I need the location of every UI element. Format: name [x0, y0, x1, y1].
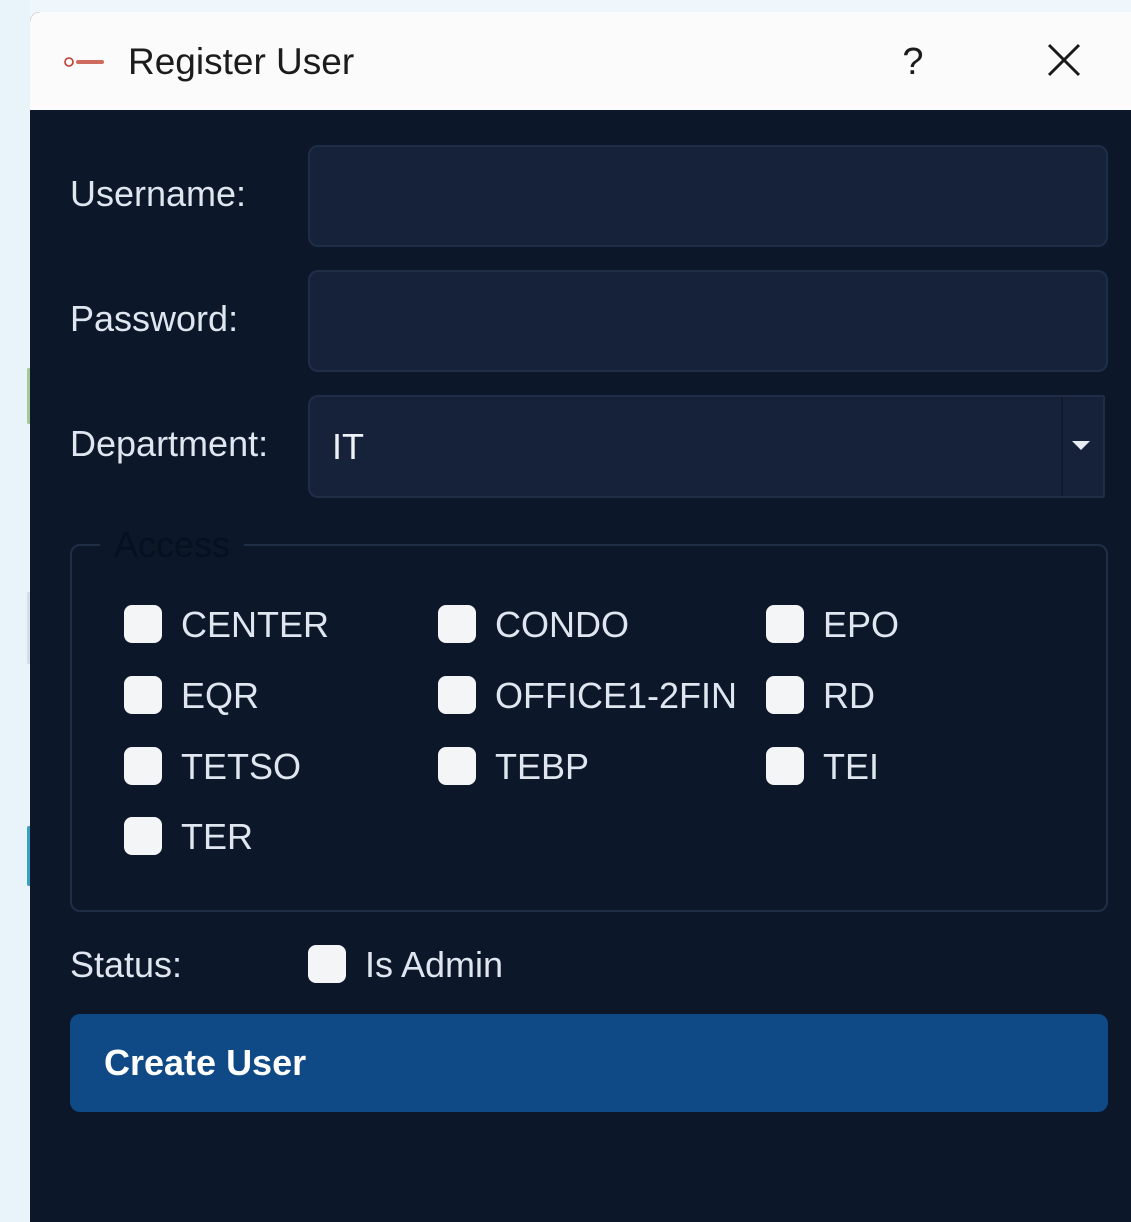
checkbox-icon[interactable]	[124, 676, 162, 714]
help-button[interactable]: ?	[878, 36, 948, 88]
username-label: Username:	[70, 173, 247, 214]
department-label: Department:	[70, 423, 269, 464]
create-user-button[interactable]: Create User	[70, 1014, 1108, 1112]
checkbox-label: OFFICE1-2FIN	[495, 675, 738, 716]
checkbox-label: EQR	[181, 675, 260, 716]
access-group-title: Access	[100, 523, 245, 567]
checkbox-icon[interactable]	[124, 817, 162, 855]
checkbox-icon[interactable]	[308, 945, 346, 983]
close-icon	[1026, 42, 1102, 78]
checkbox-label: TER	[181, 816, 253, 857]
checkbox-label: TETSO	[181, 746, 302, 787]
password-input[interactable]	[308, 270, 1108, 372]
is-admin-label: Is Admin	[365, 944, 504, 985]
checkbox-icon[interactable]	[766, 605, 804, 643]
checkbox-label: CONDO	[495, 604, 629, 645]
status-label: Status:	[70, 944, 183, 985]
checkbox-icon[interactable]	[124, 605, 162, 643]
checkbox-label: RD	[823, 675, 875, 716]
register-user-dialog: Register User ? Username: Password: Depa…	[30, 12, 1131, 1222]
checkbox-icon[interactable]	[766, 676, 804, 714]
app-logo-icon	[64, 55, 106, 67]
title-bar[interactable]: Register User ?	[30, 12, 1131, 110]
checkbox-icon[interactable]	[766, 747, 804, 785]
close-button[interactable]	[1026, 34, 1102, 90]
department-selected-value: IT	[332, 426, 364, 467]
checkbox-icon[interactable]	[438, 605, 476, 643]
password-label: Password:	[70, 298, 239, 339]
username-input[interactable]	[308, 145, 1108, 247]
checkbox-icon[interactable]	[438, 676, 476, 714]
checkbox-label: TEI	[823, 746, 880, 787]
department-dropdown-button[interactable]	[1061, 397, 1103, 496]
checkbox-label: TEBP	[495, 746, 590, 787]
checkbox-label: EPO	[823, 604, 900, 645]
dropdown-arrow-icon	[1072, 441, 1090, 450]
background-window-edge	[0, 0, 33, 1222]
department-select[interactable]: IT	[308, 395, 1105, 498]
checkbox-label: CENTER	[181, 604, 330, 645]
checkbox-icon[interactable]	[124, 747, 162, 785]
window-title: Register User	[128, 41, 355, 82]
checkbox-icon[interactable]	[438, 747, 476, 785]
